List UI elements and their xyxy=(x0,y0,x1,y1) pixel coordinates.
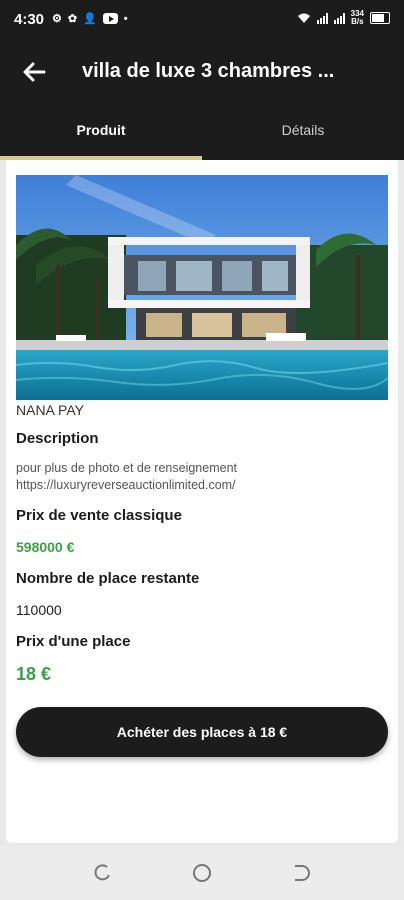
dot-icon: • xyxy=(123,12,128,25)
tab-details[interactable]: Détails xyxy=(202,106,404,156)
description-body: pour plus de photo et de renseignement xyxy=(16,461,237,475)
description-text: pour plus de photo et de renseignement h… xyxy=(16,460,237,494)
recent-apps-icon[interactable] xyxy=(92,862,114,884)
network-speed: 334 B/s xyxy=(350,9,364,26)
notification-icon: ⚙ xyxy=(52,13,62,25)
system-nav-bar xyxy=(0,846,404,900)
brand-name: NANA PAY xyxy=(16,402,84,418)
status-bar: 4:30 ⚙ ✿ 👤 • 334 B/s xyxy=(0,0,404,40)
signal-icon xyxy=(316,12,328,24)
product-image[interactable] xyxy=(16,175,388,400)
home-icon[interactable] xyxy=(191,862,213,884)
page-title: villa de luxe 3 chambres ... xyxy=(82,60,335,82)
back-icon[interactable] xyxy=(290,862,312,884)
status-time: 4:30 xyxy=(14,11,45,28)
battery-icon xyxy=(370,12,390,24)
person-icon: 👤 xyxy=(83,13,97,25)
description-label: Description xyxy=(16,430,99,447)
product-card: NANA PAY Description pour plus de photo … xyxy=(6,160,398,843)
notification-icons: ⚙ ✿ 👤 • xyxy=(52,12,128,26)
remaining-places-label: Nombre de place restante xyxy=(16,570,200,587)
signal-icon xyxy=(333,12,345,24)
wifi-icon xyxy=(297,13,310,23)
remaining-places-value: 110000 xyxy=(16,602,62,618)
tab-bar: Produit Détails xyxy=(0,106,404,160)
notification-icon: ✿ xyxy=(67,13,78,25)
app-bar: villa de luxe 3 chambres ... xyxy=(0,40,404,106)
system-icons: 334 B/s xyxy=(297,10,390,26)
place-price-label: Prix d'une place xyxy=(16,633,131,650)
classic-price-label: Prix de vente classique xyxy=(16,507,182,524)
back-arrow-icon[interactable] xyxy=(20,58,48,86)
classic-price-value: 598000 € xyxy=(16,539,75,555)
place-price-value: 18 € xyxy=(16,664,52,684)
buy-places-button[interactable]: Achéter des places à 18 € xyxy=(16,707,388,757)
youtube-icon xyxy=(102,13,118,24)
tab-produit[interactable]: Produit xyxy=(0,106,202,156)
description-link[interactable]: https://luxuryreverseauctionlimited.com/ xyxy=(16,478,236,492)
